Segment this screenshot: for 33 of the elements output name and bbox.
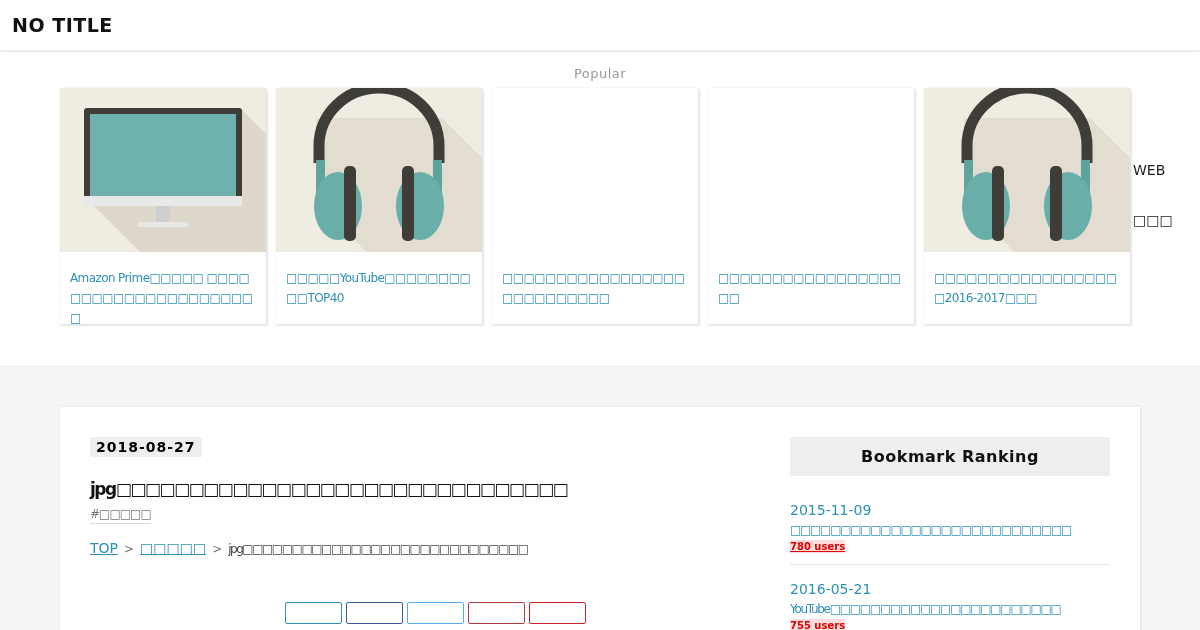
share-button[interactable] bbox=[468, 602, 525, 624]
breadcrumb-separator: > bbox=[212, 542, 223, 556]
breadcrumb-link[interactable]: □□□□□ bbox=[140, 540, 207, 556]
ranking-link[interactable]: □□□□□□□□□□□□□□□□□□□□□□□□□□□□ bbox=[790, 520, 1072, 540]
ranking-date: 2016-05-21 bbox=[790, 580, 872, 599]
section-heading: Popular bbox=[573, 66, 627, 81]
article-title: jpg□□□□□□□□□□□□□□□□□□□□□□□□□□□□□□□ bbox=[90, 479, 568, 499]
article-card[interactable]: □□□□□□□□□□□□□□□□□□2016-2017□□□ bbox=[924, 88, 1130, 324]
bookmark-count[interactable]: 755 users bbox=[790, 619, 846, 630]
card-title: Amazon Prime□□□□□ □□□□□□□□□□□□□□□□□□□□□□ bbox=[69, 270, 254, 327]
card-title: □□□□□□□□□□□□□□□□□□□ bbox=[717, 270, 902, 307]
breadcrumb-separator: > bbox=[124, 542, 135, 556]
share-button[interactable] bbox=[529, 602, 586, 624]
card-title: □□□□□□□□□□□□□□□□□□2016-2017□□□ bbox=[933, 270, 1118, 307]
ranking-link[interactable]: YouTube□□□□□□□□□□□□□□□□□□□□□□□ bbox=[790, 599, 1061, 619]
bookmark-count[interactable]: 780 users bbox=[790, 540, 846, 553]
overlay-text: □□□ bbox=[1133, 212, 1173, 228]
card-title: □□□□□YouTube□□□□□□□□□□TOP40 bbox=[285, 270, 472, 307]
post-date: 2018-08-27 bbox=[90, 437, 202, 457]
share-button[interactable] bbox=[346, 602, 403, 624]
share-button[interactable] bbox=[285, 602, 342, 624]
breadcrumb-link[interactable]: TOP bbox=[90, 540, 118, 556]
site-title[interactable]: NO TITLE bbox=[12, 14, 113, 36]
ranking-date: 2015-11-09 bbox=[790, 501, 872, 520]
article-card[interactable]: □□□□□YouTube□□□□□□□□□□TOP40 bbox=[276, 88, 482, 324]
category-tag[interactable]: #□□□□□ bbox=[90, 507, 151, 524]
article-card[interactable]: □□□□□□□□□□□□□□□□□□□□□□□□□□□ bbox=[492, 88, 698, 324]
article-card[interactable]: □□□□□□□□□□□□□□□□□□□ bbox=[708, 88, 914, 324]
card-title: □□□□□□□□□□□□□□□□□□□□□□□□□□□ bbox=[501, 270, 686, 307]
overlay-text: WEB bbox=[1133, 162, 1166, 178]
article-card[interactable]: Amazon Prime□□□□□ □□□□□□□□□□□□□□□□□□□□□□ bbox=[60, 88, 266, 324]
sidebar-heading: Bookmark Ranking bbox=[790, 437, 1110, 476]
breadcrumb-current: jpg□□□□□□□□□□□□□□□□□□□□□□□□□□□□□ bbox=[228, 542, 528, 556]
